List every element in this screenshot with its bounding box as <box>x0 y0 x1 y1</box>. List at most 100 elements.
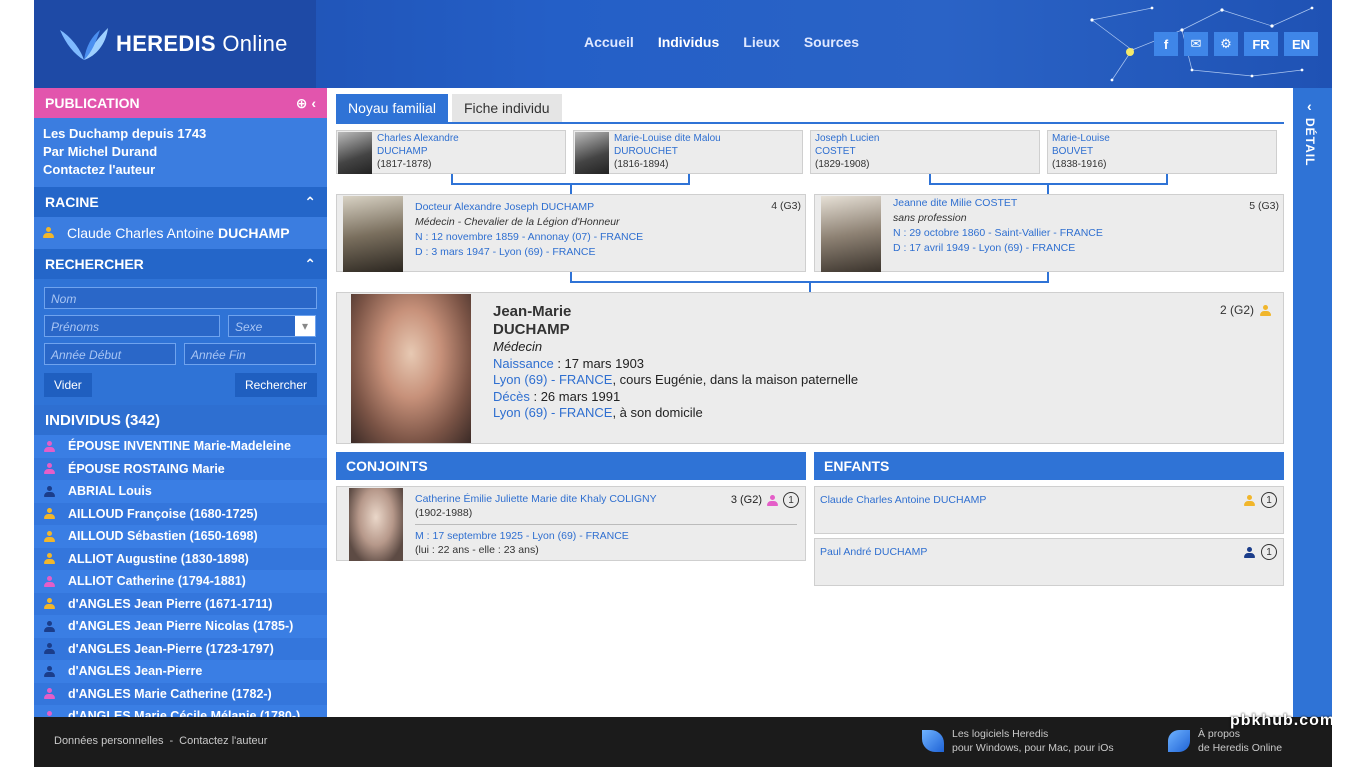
individu-name: d'ANGLES Marie Catherine (1782-) <box>68 686 272 701</box>
logo-leaf-icon <box>60 28 108 60</box>
chevron-up-icon[interactable]: ⌃ <box>304 256 316 273</box>
list-item[interactable]: ALLIOT Augustine (1830-1898) <box>34 547 327 570</box>
naissance-link[interactable]: Naissance <box>493 356 554 371</box>
logo[interactable]: HEREDIS Online <box>34 0 316 88</box>
child-card[interactable]: Paul André DUCHAMP 1 <box>814 538 1284 586</box>
vider-button[interactable]: Vider <box>44 373 92 397</box>
heredis-software-link[interactable]: Les logiciels Heredis pour Windows, pour … <box>922 727 1114 755</box>
racine-header[interactable]: RACINE ⌃ <box>34 187 327 217</box>
chevron-up-icon[interactable]: ⌃ <box>304 194 316 211</box>
about-heredis-link[interactable]: À propos de Heredis Online <box>1168 727 1282 755</box>
tab-underline <box>336 122 1284 124</box>
detail-label: DÉTAIL <box>1303 118 1317 167</box>
person-unknown-icon <box>43 227 54 238</box>
nom-input[interactable]: Nom <box>44 287 317 309</box>
nav-sources[interactable]: Sources <box>804 34 859 50</box>
divider <box>415 524 797 525</box>
list-item[interactable]: ALLIOT Catherine (1794-1881) <box>34 570 327 593</box>
person-female-icon <box>44 575 55 587</box>
father-card[interactable]: Docteur Alexandre Joseph DUCHAMP Médecin… <box>336 194 806 272</box>
add-circle-icon[interactable]: ⊕ <box>296 95 308 111</box>
person-unknown-icon <box>44 508 55 520</box>
person-unknown-icon <box>1244 494 1255 506</box>
deces-place-link[interactable]: Lyon (69) - FRANCE <box>493 405 612 420</box>
list-item[interactable]: AILLOUD Sébastien (1650-1698) <box>34 525 327 548</box>
search-form: Nom Prénoms Sexe ▾ Année Début Année Fin… <box>34 279 327 405</box>
nav-lieux[interactable]: Lieux <box>743 34 780 50</box>
main-nav: Accueil Individus Lieux Sources <box>584 34 859 50</box>
individu-name: ALLIOT Catherine (1794-1881) <box>68 574 246 589</box>
detail-panel-toggle[interactable]: ‹ DÉTAIL <box>1293 88 1332 717</box>
child-name-link[interactable]: Claude Charles Antoine DUCHAMP <box>820 494 986 506</box>
central-person-card[interactable]: Jean-Marie DUCHAMP Médecin Naissance : 1… <box>336 292 1284 444</box>
conjoints-header: CONJOINTS <box>336 452 806 480</box>
list-item[interactable]: d'ANGLES Marie Catherine (1782-) <box>34 682 327 705</box>
family-view: Noyau familial Fiche individu Charles Al… <box>327 88 1293 717</box>
portrait-photo <box>338 132 372 174</box>
donnees-personnelles-link[interactable]: Données personnelles <box>54 735 163 747</box>
list-item[interactable]: ÉPOUSE ROSTAING Marie <box>34 457 327 480</box>
tab-fiche-individu[interactable]: Fiche individu <box>451 94 562 122</box>
nav-individus[interactable]: Individus <box>658 34 719 50</box>
contact-author-link[interactable]: Contactez l'auteur <box>43 161 318 179</box>
list-item[interactable]: d'ANGLES Jean-Pierre (1723-1797) <box>34 637 327 660</box>
prenoms-input[interactable]: Prénoms <box>44 315 220 337</box>
contact-author-link[interactable]: Contactez l'auteur <box>179 735 267 747</box>
person-female-icon <box>44 688 55 700</box>
list-item[interactable]: d'ANGLES Jean-Pierre <box>34 660 327 683</box>
child-card[interactable]: Claude Charles Antoine DUCHAMP 1 <box>814 486 1284 534</box>
generation-badge: 2 (G2) <box>1220 303 1271 317</box>
individus-header: INDIVIDUS (342) <box>34 405 327 435</box>
search-header[interactable]: RECHERCHER ⌃ <box>34 249 327 279</box>
grandparent-card[interactable]: Marie-Louise dite Malou DUROUCHET (1816-18… <box>573 130 803 174</box>
person-female-icon <box>44 440 55 452</box>
generation-badge: 5 (G3) <box>1249 200 1279 212</box>
individu-name: AILLOUD Sébastien (1650-1698) <box>68 529 258 544</box>
facebook-icon[interactable]: f <box>1154 32 1178 56</box>
header-actions: f ✉ ⚙ FR EN <box>1154 32 1318 56</box>
rechercher-button[interactable]: Rechercher <box>234 373 317 397</box>
racine-person[interactable]: Claude Charles Antoine DUCHAMP <box>34 217 327 249</box>
footer: Données personnelles - Contactez l'auteur … <box>34 717 1332 767</box>
person-first-name: Jean-Marie <box>493 303 572 320</box>
portrait-photo <box>575 132 609 174</box>
person-unknown-icon <box>1260 304 1271 316</box>
generation-badge: 4 (G3) <box>771 200 801 212</box>
list-item[interactable]: AILLOUD Françoise (1680-1725) <box>34 502 327 525</box>
sidebar: PUBLICATION ⊕ ‹ Les Duchamp depuis 1743 … <box>34 88 327 717</box>
list-item[interactable]: d'ANGLES Jean Pierre (1671-1711) <box>34 592 327 615</box>
grandparent-card[interactable]: Joseph Lucien COSTET (1829-1908) <box>810 130 1040 174</box>
naissance-place-link[interactable]: Lyon (69) - FRANCE <box>493 372 612 387</box>
list-item[interactable]: d'ANGLES Marie Cécile Mélanie (1780-) <box>34 705 327 717</box>
deces-link[interactable]: Décès <box>493 389 530 404</box>
spouse-card[interactable]: Catherine Émilie Juliette Marie dite Kha… <box>336 486 806 561</box>
grandparent-card[interactable]: Marie-Louise BOUVET (1838-1916) <box>1047 130 1277 174</box>
list-item[interactable]: ÉPOUSE INVENTINE Marie-Madeleine <box>34 435 327 458</box>
nav-accueil[interactable]: Accueil <box>584 34 634 50</box>
tree-connector <box>570 183 572 194</box>
lang-en-button[interactable]: EN <box>1284 32 1318 56</box>
annee-fin-input[interactable]: Année Fin <box>184 343 316 365</box>
grandparent-card[interactable]: Charles Alexandre DUCHAMP (1817-1878) <box>336 130 566 174</box>
app-frame: HEREDIS Online Accueil Individus Lieux S… <box>34 0 1332 767</box>
chevron-down-icon: ▾ <box>295 316 315 336</box>
individu-name: AILLOUD Françoise (1680-1725) <box>68 506 258 521</box>
mother-card[interactable]: Jeanne dite Milie COSTET sans profession… <box>814 194 1284 272</box>
collapse-left-icon[interactable]: ‹ <box>311 95 316 111</box>
gear-icon[interactable]: ⚙ <box>1214 32 1238 56</box>
individu-name: ABRIAL Louis <box>68 484 152 499</box>
portrait-photo <box>343 196 403 272</box>
generation-badge: 3 (G2) 1 <box>731 492 799 508</box>
mail-icon[interactable]: ✉ <box>1184 32 1208 56</box>
child-name-link[interactable]: Paul André DUCHAMP <box>820 546 927 558</box>
enfants-header: ENFANTS <box>814 452 1284 480</box>
individu-name: ALLIOT Augustine (1830-1898) <box>68 551 249 566</box>
annee-debut-input[interactable]: Année Début <box>44 343 176 365</box>
list-item[interactable]: ABRIAL Louis <box>34 480 327 503</box>
list-item[interactable]: d'ANGLES Jean Pierre Nicolas (1785-) <box>34 615 327 638</box>
portrait-photo <box>351 294 471 443</box>
sexe-select[interactable]: Sexe ▾ <box>228 315 316 337</box>
person-last-name: DUCHAMP <box>493 321 570 338</box>
lang-fr-button[interactable]: FR <box>1244 32 1278 56</box>
tab-noyau-familial[interactable]: Noyau familial <box>336 94 448 122</box>
